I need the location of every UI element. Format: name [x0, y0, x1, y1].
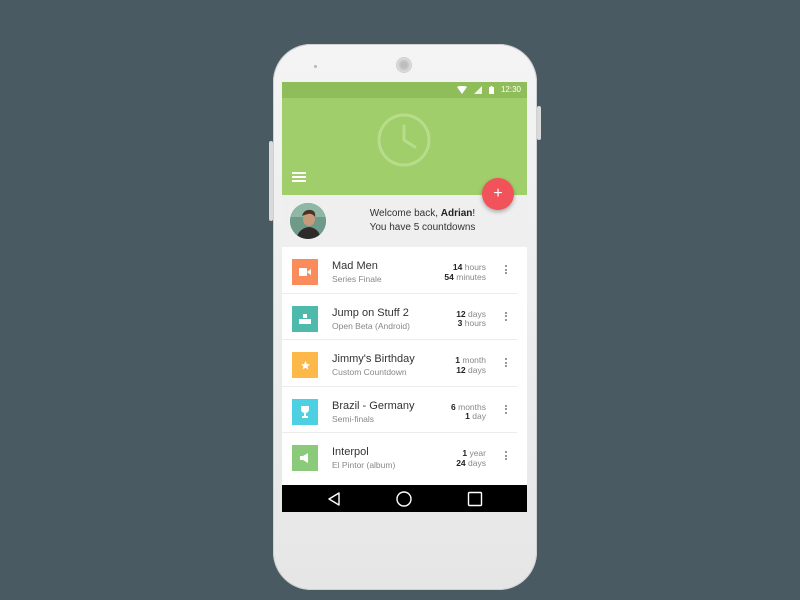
user-name: Adrian	[440, 208, 473, 219]
time-unit: days	[468, 457, 486, 468]
add-countdown-button[interactable]: +	[482, 178, 514, 210]
signal-icon	[473, 85, 482, 94]
power-button	[537, 106, 541, 140]
more-options-icon[interactable]	[504, 451, 508, 463]
welcome-message: Welcome back, Adrian! You have 5 countdo…	[330, 207, 515, 235]
countdown-remaining: 14 hours 54 minutes	[444, 262, 486, 282]
time-value: 24	[456, 457, 466, 468]
countdown-title: Jimmy's Birthday	[332, 353, 415, 365]
speaker-tile	[292, 445, 318, 471]
wifi-icon	[456, 85, 467, 94]
time-unit: month	[462, 355, 486, 365]
time-value: 12	[456, 308, 466, 319]
video-icon	[299, 268, 311, 276]
time-unit: day	[472, 411, 486, 421]
countdown-item[interactable]: Brazil - Germany Semi-finals 6 months 1 day	[282, 387, 517, 433]
countdown-subtitle: El Pintor (album)	[332, 460, 396, 470]
earpiece-speaker	[397, 58, 411, 72]
time-value: 1	[462, 448, 468, 458]
trophy-icon	[300, 405, 310, 418]
menu-icon[interactable]	[292, 172, 306, 182]
countdown-item[interactable]: Mad Men Series Finale 14 hours 54 minutes	[282, 247, 517, 294]
time-value: 14	[452, 262, 463, 272]
home-icon[interactable]	[396, 491, 412, 507]
countdown-remaining: 6 months 1 day	[451, 401, 486, 422]
countdown-item[interactable]: Jump on Stuff 2 Open Beta (Android) 12 day…	[282, 294, 517, 340]
time-unit: days	[468, 364, 486, 375]
countdown-title: Mad Men	[332, 260, 378, 272]
time-unit: days	[468, 308, 486, 319]
countdown-item[interactable]: Jimmy's Birthday Custom Countdown 1 month 1…	[282, 340, 517, 387]
countdown-remaining: 1 month 12 days	[455, 355, 486, 375]
volume-button	[269, 141, 273, 221]
countdown-item[interactable]: Interpol El Pintor (album) 1 year 24 days	[282, 433, 517, 480]
recents-icon[interactable]	[467, 491, 483, 507]
time-unit: hours	[464, 318, 486, 328]
countdown-subtitle: Series Finale	[332, 274, 382, 284]
trophy-tile	[292, 398, 318, 425]
time-value: 1	[465, 411, 470, 421]
countdown-list: Mad Men Series Finale 14 hours 54 minutes Ju…	[282, 247, 527, 480]
screen: 12:30 + Welcome back, Adrian! You have 5…	[282, 82, 527, 512]
navigation-bar	[282, 485, 527, 512]
game-icon	[299, 313, 311, 324]
time-unit: year	[469, 448, 486, 458]
game-tile	[292, 305, 318, 332]
status-bar: 12:30	[282, 82, 527, 98]
countdown-title: Jump on Stuff 2	[332, 306, 409, 319]
speaker-icon	[299, 453, 311, 463]
time-unit: minutes	[456, 271, 486, 282]
phone-frame: 12:30 + Welcome back, Adrian! You have 5…	[269, 44, 541, 590]
star-icon	[300, 360, 311, 371]
countdown-remaining: 12 days 3 hours	[456, 308, 486, 329]
avatar[interactable]	[290, 203, 326, 239]
time-value: 3	[457, 318, 463, 328]
countdown-title: Brazil - Germany	[332, 399, 415, 412]
countdown-subtitle: Semi-finals	[332, 413, 375, 424]
countdown-title: Interpol	[332, 446, 369, 458]
proximity-sensor	[314, 65, 317, 68]
video-tile	[292, 259, 318, 285]
countdown-subtitle: Open Beta (Android)	[332, 320, 410, 331]
status-time: 12:30	[500, 85, 521, 94]
time-unit: months	[458, 401, 486, 412]
time-value: 1	[455, 355, 460, 365]
more-options-icon[interactable]	[504, 311, 508, 324]
time-value: 12	[456, 364, 466, 375]
clock-icon	[377, 113, 431, 167]
battery-icon	[488, 85, 494, 94]
time-unit: hours	[464, 262, 486, 272]
back-icon[interactable]	[326, 491, 342, 507]
countdown-remaining: 1 year 24 days	[456, 448, 486, 468]
more-options-icon[interactable]	[504, 265, 508, 277]
countdown-summary: You have 5 countdowns	[369, 222, 476, 233]
time-value: 6	[451, 401, 456, 412]
countdown-subtitle: Custom Countdown	[332, 367, 407, 377]
more-options-icon[interactable]	[504, 404, 508, 417]
star-tile	[292, 352, 318, 378]
greeting-text: Welcome back,	[369, 208, 441, 219]
more-options-icon[interactable]	[504, 358, 508, 370]
time-value: 54	[444, 271, 454, 282]
greeting-exclaim: !	[472, 208, 476, 219]
